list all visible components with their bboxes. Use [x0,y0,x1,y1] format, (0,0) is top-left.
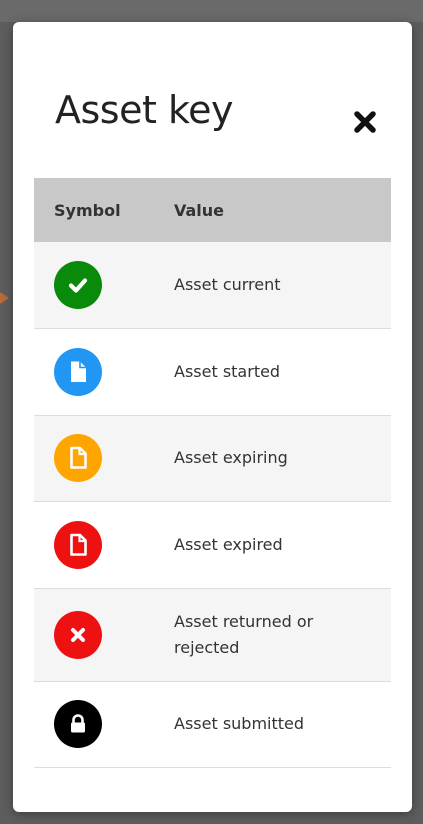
value-cell: Asset started [174,328,391,416]
close-button[interactable] [349,106,381,138]
row-value: Asset submitted [174,714,305,733]
symbol-cell [34,415,174,502]
table-row: Asset current [34,242,391,329]
column-header-symbol: Symbol [54,200,121,220]
document-outline-icon [54,520,102,569]
value-cell: Asset returned or rejected [174,588,391,682]
row-value: Asset current [174,274,281,294]
row-value: Asset expired [174,534,283,554]
table-row: Asset expired [34,501,391,589]
table-row: Asset returned or rejected [34,588,391,682]
asset-key-modal: Asset key Symbol Value Asset current Ass… [13,22,412,812]
table-header-row: Symbol Value [34,178,391,242]
symbol-cell [34,242,174,329]
document-outline-icon [54,434,102,482]
lock-icon [54,700,102,748]
value-cell: Asset current [174,242,391,329]
symbol-cell [34,501,174,589]
symbol-cell [34,328,174,416]
row-value: Asset expiring [174,448,288,467]
row-value: Asset returned or rejected [174,611,314,657]
table-row: Asset expiring [34,415,391,502]
value-cell: Asset expiring [174,415,391,502]
page-arrow-marker [0,292,9,304]
symbol-cell [34,681,174,768]
close-icon [354,111,376,133]
symbol-cell [34,588,174,682]
check-icon [54,260,102,309]
table-row: Asset submitted [34,681,391,768]
modal-title: Asset key [55,88,233,132]
value-cell: Asset expired [174,501,391,589]
column-header-value: Value [174,200,225,220]
asset-key-table: Symbol Value Asset current Asset started… [34,178,391,768]
table-row: Asset started [34,328,391,416]
x-icon [54,610,102,659]
value-cell: Asset submitted [174,681,391,768]
page-header-strip [0,0,423,22]
row-value: Asset started [174,361,281,381]
document-icon [54,347,102,396]
